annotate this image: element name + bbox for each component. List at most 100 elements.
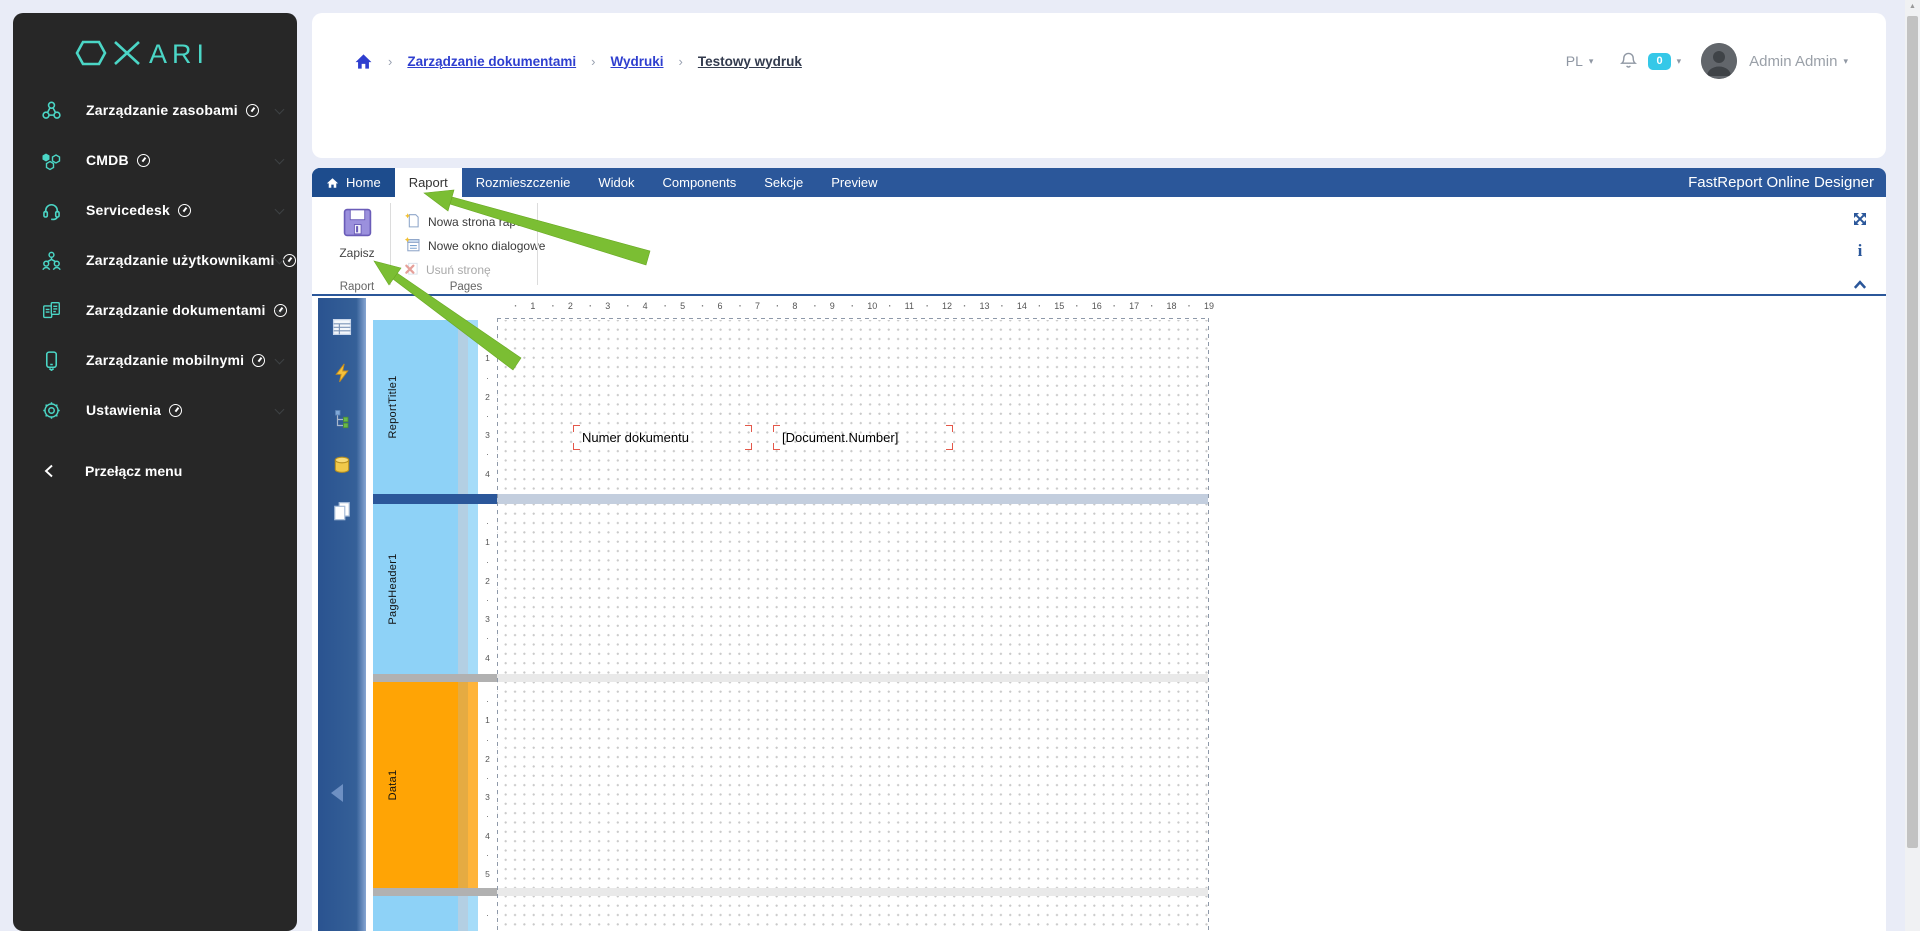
band-shade [468, 320, 478, 494]
language-selector[interactable]: PL [1566, 53, 1583, 69]
user-name[interactable]: Admin Admin [1749, 53, 1837, 70]
band-header-Data1[interactable]: Data1 [373, 682, 458, 888]
save-floppy-icon [343, 208, 371, 237]
band-page-area[interactable] [497, 504, 1208, 674]
chevron-down-icon [274, 154, 285, 165]
page-scrollbar[interactable]: ▲ [1905, 0, 1920, 931]
breadcrumb-separator: › [678, 53, 683, 69]
home-tab-icon [326, 177, 339, 188]
band-separator[interactable] [497, 494, 1208, 504]
sidebar-nav: Zarządzanie zasobami CMDB Servicedesk Zarzą… [13, 85, 297, 435]
band-separator[interactable] [373, 494, 497, 504]
properties-table-icon[interactable] [332, 317, 352, 337]
band-vertical-ruler: · 1 · 2 · 3 · 4 [478, 320, 497, 494]
report-text-element[interactable]: [Document.Number] [773, 425, 953, 450]
info-icon[interactable]: i [1852, 241, 1868, 260]
chevron-down-icon[interactable]: ▾ [1677, 56, 1682, 67]
oxari-logo: ARI [75, 39, 204, 69]
tab-preview[interactable]: Preview [817, 168, 891, 197]
home-icon[interactable] [354, 53, 373, 70]
page-border-top [497, 318, 1208, 319]
sidebar-item-label: Servicedesk [86, 202, 170, 218]
band-header-pagefooter[interactable] [373, 896, 458, 931]
sidebar-item-users[interactable]: Zarządzanie użytkownikami [13, 235, 297, 285]
band-pagefooter: · [366, 896, 1886, 931]
tab-components[interactable]: Components [649, 168, 751, 197]
sidebar-item-mobile[interactable]: Zarządzanie mobilnymi [13, 335, 297, 385]
band-shade [458, 504, 468, 674]
fastreport-designer: Home Raport Rozmieszczenie Widok Components S… [312, 168, 1886, 931]
chevron-down-icon[interactable]: ▾ [1843, 56, 1848, 67]
tab-rozmieszczenie[interactable]: Rozmieszczenie [462, 168, 585, 197]
tab-widok[interactable]: Widok [584, 168, 648, 197]
sidebar-item-cmdb[interactable]: CMDB [13, 135, 297, 185]
report-tree-icon[interactable] [332, 409, 352, 429]
band-page-area[interactable] [497, 682, 1208, 888]
band-vertical-ruler: · 1 · 2 · 3 · 4 [478, 504, 497, 674]
menu-item-new-dialog-page[interactable]: Nowe okno dialogowe [404, 234, 545, 258]
settings-icon [41, 400, 62, 421]
page-border-left [497, 318, 498, 931]
topbar-right: PL ▾ 0 ▾ Admin Admin ▾ [1566, 43, 1848, 79]
breadcrumb-current: Testowy wydruk [697, 53, 802, 69]
sidebar: ARI Zarządzanie zasobami CMDB Servicedesk Z… [13, 13, 297, 931]
selection-corner-marker [745, 425, 752, 432]
servicedesk-icon [41, 200, 62, 221]
delete-page-icon [404, 261, 419, 279]
new-page-icon [404, 212, 421, 232]
band-shade [458, 682, 468, 888]
band-separator[interactable] [497, 674, 1208, 682]
menu-item-delete-page: Usuń stronę [404, 258, 545, 282]
notifications-bell-icon[interactable] [1619, 51, 1638, 71]
assets-icon [41, 100, 62, 121]
save-button[interactable]: Zapisz [329, 207, 385, 260]
sidebar-item-servicedesk[interactable]: Servicedesk [13, 185, 297, 235]
breadcrumb-link-documents[interactable]: Zarządzanie dokumentami [407, 54, 576, 69]
band-header-ReportTitle1[interactable]: ReportTitle1 [373, 320, 458, 494]
band-page-area[interactable] [497, 896, 1208, 931]
band-separator[interactable] [497, 888, 1208, 896]
selection-corner-marker [573, 443, 580, 450]
band-separator[interactable] [373, 674, 497, 682]
band-page-area[interactable] [497, 320, 1208, 494]
fullscreen-expand-icon[interactable] [1852, 211, 1868, 227]
copy-pages-icon[interactable] [332, 501, 352, 521]
menu-item-new-report-page[interactable]: Nowa strona raportu [404, 210, 545, 234]
data-source-database-icon[interactable] [332, 455, 352, 475]
sidebar-item-label: CMDB [86, 152, 129, 168]
breadcrumb-link-printouts[interactable]: Wydruki [610, 54, 663, 69]
sidebar-item-documents[interactable]: Zarządzanie dokumentami [13, 285, 297, 335]
avatar[interactable] [1701, 43, 1738, 79]
band-separator[interactable] [373, 888, 497, 896]
scrollbar-thumb[interactable] [1907, 16, 1918, 848]
pages-group: Nowa strona raportu Nowe okno dialogowe Us… [404, 210, 545, 282]
sidebar-toggle[interactable]: Przełącz menu [13, 449, 297, 493]
ribbon-group-separator [537, 203, 538, 285]
tab-label: Preview [831, 175, 878, 190]
tab-sekcje[interactable]: Sekcje [750, 168, 817, 197]
sidebar-item-label: Zarządzanie zasobami [86, 102, 238, 118]
events-lightning-icon[interactable] [332, 363, 352, 383]
scrollbar-up-arrow[interactable]: ▲ [1905, 3, 1920, 10]
tab-raport[interactable]: Raport [394, 168, 462, 197]
selection-corner-marker [745, 443, 752, 450]
chevron-down-icon[interactable]: ▾ [1589, 56, 1594, 67]
band-name-label: ReportTitle1 [387, 375, 399, 439]
selection-corner-marker [573, 425, 580, 432]
tab-label: Home [346, 175, 381, 190]
report-text-element[interactable]: Numer dokumentu [573, 425, 752, 450]
tab-label: Raport [408, 175, 448, 190]
band-header-PageHeader1[interactable]: PageHeader1 [373, 504, 458, 674]
report-text-element-label: [Document.Number] [782, 430, 899, 445]
band-ReportTitle1: ReportTitle1 · 1 · 2 · 3 · 4 [366, 320, 1886, 494]
tab-home[interactable]: Home [312, 168, 395, 197]
tab-label: Sekcje [764, 175, 804, 190]
collapse-panel-arrow[interactable] [331, 784, 343, 802]
chevron-down-icon [274, 404, 285, 415]
band-shade [458, 320, 468, 494]
gauge-icon [136, 153, 150, 167]
chevron-down-icon [274, 104, 285, 115]
sidebar-item-assets[interactable]: Zarządzanie zasobami [13, 85, 297, 135]
collapse-ribbon-chevron-icon[interactable] [1852, 277, 1868, 293]
sidebar-item-settings[interactable]: Ustawienia [13, 385, 297, 435]
